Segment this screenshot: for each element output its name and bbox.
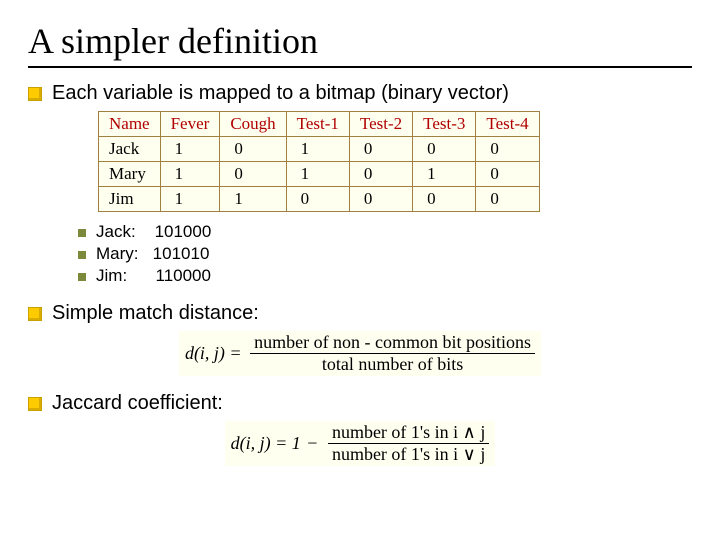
bullet-text: Jaccard coefficient: <box>52 392 223 415</box>
fraction: number of 1's in i ∧ j number of 1's in … <box>328 422 489 465</box>
cell: 1 <box>286 162 349 187</box>
bullet-jaccard: Jaccard coefficient: <box>28 392 692 415</box>
cell: Mary <box>99 162 161 187</box>
cell: 0 <box>413 187 476 212</box>
cell: 0 <box>476 187 539 212</box>
cell: 1 <box>220 187 286 212</box>
col-test-2: Test-2 <box>349 112 412 137</box>
numerator: number of 1's in i ∧ j <box>328 422 489 444</box>
bitmap-table-wrap: Name Fever Cough Test-1 Test-2 Test-3 Te… <box>98 111 692 212</box>
subbullet-icon <box>78 273 86 281</box>
cell: Jack <box>99 137 161 162</box>
bitmap-item-mary: Mary: 101010 <box>78 244 692 264</box>
subbullet-icon <box>78 229 86 237</box>
formula-lead: d(i, j) = <box>185 343 242 364</box>
bullet-icon <box>28 397 42 411</box>
cell: 1 <box>160 137 220 162</box>
bitmap-text: Jack: 101000 <box>96 222 211 242</box>
bitmap-text: Mary: 101010 <box>96 244 209 264</box>
bullet-mapping: Each variable is mapped to a bitmap (bin… <box>28 82 692 105</box>
title-underline <box>28 66 692 68</box>
cell: 1 <box>160 162 220 187</box>
cell: 1 <box>160 187 220 212</box>
subbullet-icon <box>78 251 86 259</box>
bullet-icon <box>28 307 42 321</box>
formula-lead: d(i, j) = 1 <box>231 433 301 454</box>
cell: 0 <box>286 187 349 212</box>
cell: 0 <box>349 137 412 162</box>
formula-content: d(i, j) = number of non - common bit pos… <box>179 331 541 376</box>
col-test-1: Test-1 <box>286 112 349 137</box>
formula-content: d(i, j) = 1 − number of 1's in i ∧ j num… <box>225 421 496 466</box>
cell: 0 <box>349 187 412 212</box>
formula-simple-match: d(i, j) = number of non - common bit pos… <box>28 331 692 376</box>
cell: Jim <box>99 187 161 212</box>
bitmap-item-jack: Jack: 101000 <box>78 222 692 242</box>
cell: 0 <box>476 137 539 162</box>
col-test-3: Test-3 <box>413 112 476 137</box>
bullet-simple-match: Simple match distance: <box>28 302 692 325</box>
slide-title: A simpler definition <box>28 20 692 62</box>
table-header-row: Name Fever Cough Test-1 Test-2 Test-3 Te… <box>99 112 540 137</box>
bullet-text: Simple match distance: <box>52 302 259 325</box>
bitmap-item-jim: Jim: 110000 <box>78 266 692 286</box>
bitmap-text: Jim: 110000 <box>96 266 211 286</box>
col-name: Name <box>99 112 161 137</box>
col-cough: Cough <box>220 112 286 137</box>
table-row: Jack 1 0 1 0 0 0 <box>99 137 540 162</box>
cell: 0 <box>349 162 412 187</box>
cell: 0 <box>476 162 539 187</box>
table-row: Mary 1 0 1 0 1 0 <box>99 162 540 187</box>
cell: 0 <box>413 137 476 162</box>
col-fever: Fever <box>160 112 220 137</box>
denominator: total number of bits <box>250 354 535 375</box>
fraction: number of non - common bit positions tot… <box>250 332 535 375</box>
col-test-4: Test-4 <box>476 112 539 137</box>
cell: 1 <box>286 137 349 162</box>
formula-jaccard: d(i, j) = 1 − number of 1's in i ∧ j num… <box>28 421 692 466</box>
cell: 0 <box>220 137 286 162</box>
bullet-icon <box>28 87 42 101</box>
minus-sign: − <box>307 433 317 454</box>
numerator: number of non - common bit positions <box>250 332 535 354</box>
bullet-text: Each variable is mapped to a bitmap (bin… <box>52 82 509 105</box>
cell: 0 <box>220 162 286 187</box>
table-row: Jim 1 1 0 0 0 0 <box>99 187 540 212</box>
bitmap-table: Name Fever Cough Test-1 Test-2 Test-3 Te… <box>98 111 540 212</box>
denominator: number of 1's in i ∨ j <box>328 444 489 465</box>
slide: A simpler definition Each variable is ma… <box>0 0 720 540</box>
cell: 1 <box>413 162 476 187</box>
